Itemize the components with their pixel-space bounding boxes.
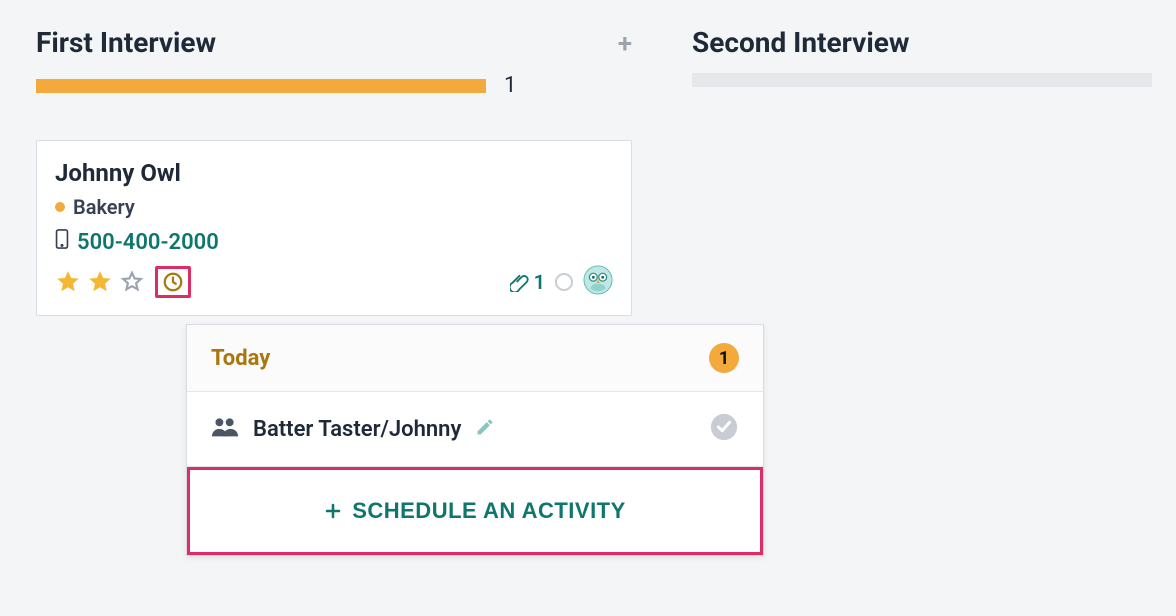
activity-title: Batter Taster/Johnny	[253, 417, 461, 442]
rating-stars[interactable]	[55, 266, 191, 298]
schedule-activity-button[interactable]: SCHEDULE AN ACTIVITY	[190, 470, 760, 552]
status-dot-icon	[555, 273, 573, 291]
check-circle-icon	[709, 412, 739, 442]
stage-header: Second Interview	[692, 26, 1152, 59]
stage-progress-bar	[36, 79, 486, 93]
stage-title: First Interview	[36, 26, 216, 59]
activity-row[interactable]: Batter Taster/Johnny	[187, 392, 763, 467]
star-outline-icon	[119, 269, 145, 295]
popover-header: Today 1	[187, 325, 763, 392]
clock-icon	[162, 271, 184, 293]
stage-progress-row	[692, 73, 1152, 87]
star-icon	[55, 269, 81, 295]
today-count-badge: 1	[709, 343, 739, 373]
stage-column-first: First Interview + 1 Johnny Owl Bakery 50…	[36, 26, 632, 316]
stage-count: 1	[504, 73, 516, 98]
stage-progress-row: 1	[36, 73, 632, 98]
mark-done-button[interactable]	[709, 412, 739, 446]
schedule-activity-highlight: SCHEDULE AN ACTIVITY	[187, 467, 763, 555]
stage-column-second: Second Interview	[692, 26, 1152, 316]
attachment-count: 1	[534, 270, 545, 294]
candidate-phone-link[interactable]: 500-400-2000	[77, 230, 219, 255]
owl-avatar-icon	[583, 265, 613, 295]
plus-icon	[324, 502, 342, 520]
stage-title: Second Interview	[692, 26, 909, 59]
add-card-button[interactable]: +	[618, 29, 632, 59]
pencil-icon	[475, 417, 495, 437]
activity-popover: Today 1 Batter Taster/Johnny	[186, 324, 764, 556]
schedule-activity-label: SCHEDULE AN ACTIVITY	[352, 498, 626, 524]
candidate-card[interactable]: Johnny Owl Bakery 500-400-2000	[36, 140, 632, 316]
group-icon	[211, 415, 239, 443]
edit-activity-button[interactable]	[475, 417, 495, 441]
activity-clock-button[interactable]	[155, 266, 191, 298]
candidate-tag: Bakery	[73, 195, 135, 219]
candidate-name: Johnny Owl	[55, 159, 613, 187]
paperclip-icon	[510, 272, 530, 292]
phone-icon	[55, 229, 69, 255]
attachment-indicator[interactable]: 1	[510, 270, 545, 294]
stage-header: First Interview +	[36, 26, 632, 59]
candidate-tag-row: Bakery	[55, 195, 613, 219]
today-label: Today	[211, 346, 270, 371]
stage-progress-bar-empty	[692, 73, 1152, 87]
candidate-phone-row: 500-400-2000	[55, 229, 613, 255]
assignee-avatar[interactable]	[583, 265, 613, 299]
tag-dot-icon	[55, 202, 65, 212]
star-icon	[87, 269, 113, 295]
